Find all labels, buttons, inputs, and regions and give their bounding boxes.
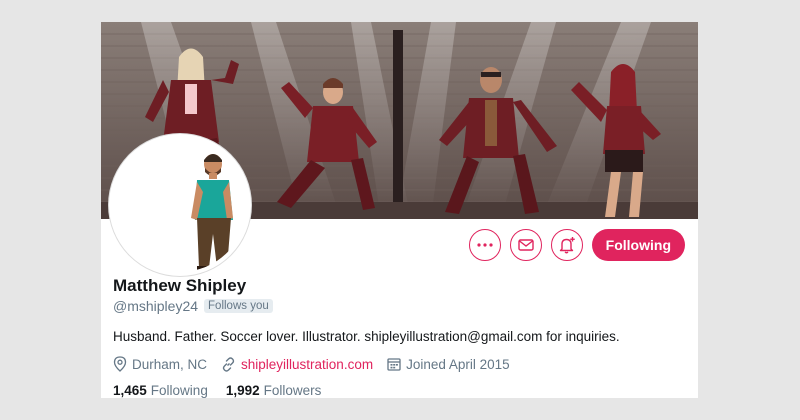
- link-icon: [222, 356, 235, 372]
- following-count: 1,465: [113, 383, 147, 398]
- follows-you-badge: Follows you: [204, 299, 273, 313]
- joined-item: Joined April 2015: [387, 357, 510, 372]
- following-button[interactable]: Following: [591, 229, 685, 261]
- envelope-icon: [517, 239, 534, 251]
- bell-plus-icon: [559, 237, 575, 254]
- calendar-icon: [387, 358, 401, 371]
- map-pin-icon: [113, 356, 127, 372]
- profile-meta: Durham, NC shipleyillustration.com Joine…: [113, 356, 673, 372]
- location-item: Durham, NC: [113, 356, 207, 372]
- website-link[interactable]: shipleyillustration.com: [241, 357, 373, 372]
- followers-count: 1,992: [225, 383, 260, 398]
- profile-info: Matthew Shipley @mshipley24 Follows you …: [113, 275, 673, 398]
- display-name: Matthew Shipley: [113, 276, 247, 295]
- joined-date: Joined April 2015: [406, 356, 510, 372]
- followers-stat-label: Followers: [263, 383, 322, 398]
- profile-actions: Following: [468, 229, 685, 261]
- notifications-button[interactable]: [550, 229, 583, 261]
- user-handle[interactable]: @mshipley24: [113, 298, 198, 314]
- location-text: Durham, NC: [132, 356, 208, 372]
- avatar[interactable]: [109, 134, 251, 276]
- handle-row: @mshipley24 Follows you: [113, 298, 673, 314]
- bio: Husband. Father. Soccer lover. Illustrat…: [113, 329, 620, 344]
- website-item: shipleyillustration.com: [221, 357, 373, 372]
- more-button[interactable]: [468, 229, 501, 261]
- followers-stat[interactable]: 1,992 Followers: [226, 383, 322, 398]
- following-stat-label: Following: [150, 383, 208, 398]
- following-stat[interactable]: 1,465 Following: [113, 383, 208, 398]
- profile-card: Following Matthew Shipley @mshipley24 Fo…: [101, 22, 698, 398]
- more-icon: [477, 243, 493, 247]
- message-button[interactable]: [509, 229, 542, 261]
- follow-stats: 1,465 Following 1,992 Followers: [113, 383, 673, 398]
- avatar-illustration: [113, 138, 247, 272]
